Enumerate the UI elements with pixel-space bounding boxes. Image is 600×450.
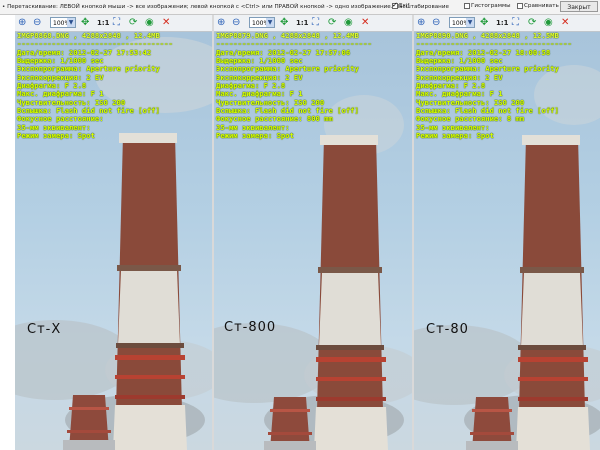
image-caption: Ст-800 <box>224 320 277 335</box>
image-caption: Ст-X <box>27 322 62 337</box>
fit-icon[interactable]: ✥ <box>280 17 288 29</box>
compare-checkbox-label: Сравнивать <box>524 3 559 9</box>
zoom-select[interactable]: 100% ▼ <box>449 17 475 28</box>
exif-checkbox[interactable]: Exif <box>392 1 410 9</box>
drag-hint-text: • Перетаскивание: ЛЕВОЙ кнопкой мыши -> … <box>2 4 449 10</box>
fullscreen-icon[interactable]: ⛶ <box>512 17 519 29</box>
exif-metering: Режим замера: Spot <box>17 131 95 141</box>
close-button[interactable]: Закрыт <box>560 1 598 12</box>
rotate-icon[interactable]: ⟳ <box>328 17 336 29</box>
close-icon[interactable]: ✕ <box>561 17 569 29</box>
image-pane-3[interactable]: ⊕ ⊖ 100% ▼ ✥ 1:1 ⛶ ⟳ ◉ ✕ IMGP8890.DNG , 4… <box>414 15 600 450</box>
compare-checkbox[interactable]: Сравнивать <box>517 3 559 9</box>
zoom-out-icon[interactable]: ⊖ <box>232 17 240 29</box>
zoom-in-icon[interactable]: ⊕ <box>417 17 425 29</box>
exif-checkbox-box[interactable] <box>392 1 398 9</box>
pane-toolbar: ⊕ ⊖ 100% ▼ ✥ 1:1 ⛶ ⟳ ◉ ✕ <box>414 15 600 32</box>
status-bar: • Перетаскивание: ЛЕВОЙ кнопкой мыши -> … <box>0 0 600 15</box>
fit-icon[interactable]: ✥ <box>81 17 89 29</box>
browser-icon[interactable]: ◉ <box>344 17 353 29</box>
exif-metering: Режим замера: Spot <box>416 131 494 141</box>
exif-checkbox-label: Exif <box>399 3 410 9</box>
browser-icon[interactable]: ◉ <box>544 17 553 29</box>
left-margin <box>0 15 15 450</box>
histograms-checkbox[interactable]: Гистограммы <box>464 3 511 9</box>
browser-icon[interactable]: ◉ <box>145 17 154 29</box>
zoom-in-icon[interactable]: ⊕ <box>217 17 225 29</box>
chevron-down-icon[interactable]: ▼ <box>67 18 75 27</box>
exif-overlay: IMGP8879.DNG , 4288x2848 , 12.4MB ------… <box>216 31 411 141</box>
zoom-select[interactable]: 100% ▼ <box>249 17 275 28</box>
one-to-one-button[interactable]: 1:1 <box>97 17 110 29</box>
rotate-icon[interactable]: ⟳ <box>129 17 137 29</box>
histograms-checkbox-label: Гистограммы <box>471 3 511 9</box>
pane-toolbar: ⊕ ⊖ 100% ▼ ✥ 1:1 ⛶ ⟳ ◉ ✕ <box>214 15 412 32</box>
histograms-checkbox-box[interactable] <box>464 3 470 9</box>
fit-icon[interactable]: ✥ <box>480 17 488 29</box>
close-icon[interactable]: ✕ <box>361 17 369 29</box>
close-icon[interactable]: ✕ <box>162 17 170 29</box>
pane-toolbar: ⊕ ⊖ 100% ▼ ✥ 1:1 ⛶ ⟳ ◉ ✕ <box>15 15 212 32</box>
chevron-down-icon[interactable]: ▼ <box>266 18 274 27</box>
zoom-select[interactable]: 100% ▼ <box>50 17 76 28</box>
exif-metering: Режим замера: Spot <box>216 131 294 141</box>
fullscreen-icon[interactable]: ⛶ <box>312 17 319 29</box>
exif-overlay: IMGP8868.DNG , 4288x2848 , 12.4MB ------… <box>17 31 212 141</box>
rotate-icon[interactable]: ⟳ <box>528 17 536 29</box>
fullscreen-icon[interactable]: ⛶ <box>113 17 120 29</box>
compare-checkbox-box[interactable] <box>517 3 523 9</box>
chevron-down-icon[interactable]: ▼ <box>466 18 474 27</box>
image-pane-2[interactable]: ⊕ ⊖ 100% ▼ ✥ 1:1 ⛶ ⟳ ◉ ✕ IMGP8879.DNG , 4… <box>214 15 412 450</box>
one-to-one-button[interactable]: 1:1 <box>296 17 309 29</box>
one-to-one-button[interactable]: 1:1 <box>496 17 509 29</box>
exif-overlay: IMGP8890.DNG , 4288x2848 , 12.5MB ------… <box>416 31 600 141</box>
image-caption: Ст-80 <box>426 322 469 337</box>
image-pane-1[interactable]: ⊕ ⊖ 100% ▼ ✥ 1:1 ⛶ ⟳ ◉ ✕ IMGP8868.DNG , 4… <box>15 15 212 450</box>
zoom-in-icon[interactable]: ⊕ <box>18 17 26 29</box>
zoom-out-icon[interactable]: ⊖ <box>432 17 440 29</box>
zoom-out-icon[interactable]: ⊖ <box>33 17 41 29</box>
